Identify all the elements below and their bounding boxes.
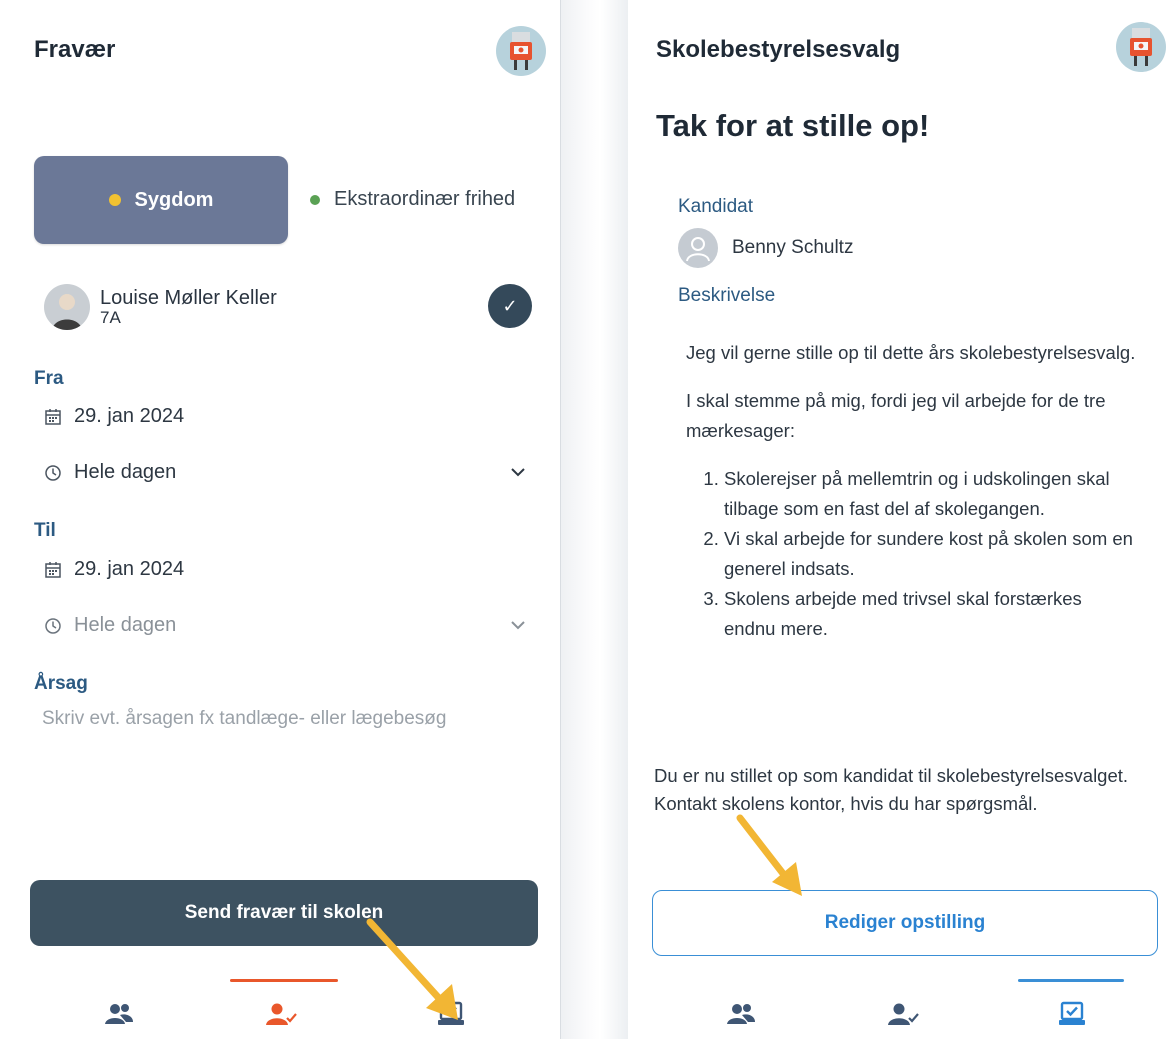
agenda-item: Skolens arbejde med trivsel skal forstær… [724, 584, 1136, 644]
candidacy-notice: Du er nu stillet op som kandidat til sko… [654, 765, 1129, 814]
school-board-election-screen: Skolebestyrelsesvalg Tak for at stille o… [628, 0, 1169, 1039]
robot-avatar-icon [1130, 28, 1152, 66]
student-class: 7A [100, 308, 121, 327]
from-time-value: Hele dagen [74, 461, 177, 483]
user-avatar[interactable] [496, 26, 546, 76]
user-avatar[interactable] [1116, 22, 1166, 72]
candidate-label: Kandidat [678, 196, 754, 217]
description-paragraph: Jeg vil gerne stille op til dette års sk… [686, 342, 1136, 363]
to-label: Til [34, 520, 56, 541]
yellow-dot-icon [108, 194, 121, 206]
person-check-icon[interactable] [886, 998, 922, 1030]
check-icon[interactable]: ✓ [488, 284, 532, 328]
page-title: Skolebestyrelsesvalg [656, 36, 901, 63]
candidate-row: Benny Schultz [678, 228, 853, 268]
from-time-select[interactable]: Hele dagen [42, 461, 176, 484]
robot-avatar-icon [510, 32, 532, 70]
page-title: Fravær [34, 36, 116, 63]
reason-label: Årsag [34, 673, 88, 694]
confirmation-heading: Tak for at stille op! [656, 108, 930, 143]
green-dot-icon [310, 194, 320, 205]
calendar-icon [42, 561, 64, 579]
student-row[interactable]: Louise Møller Keller 7A [44, 284, 277, 330]
reason-selected-label: Sygdom [134, 188, 214, 211]
clock-icon [42, 464, 64, 482]
clock-icon [42, 617, 64, 635]
calendar-icon [42, 408, 64, 426]
to-time-value: Hele dagen [74, 614, 177, 636]
from-date-value: 29. jan 2024 [74, 405, 185, 427]
reason-other-label: Ekstraordinær frihed [334, 188, 516, 210]
student-avatar [44, 284, 90, 330]
divider [560, 0, 561, 1039]
candidate-description: Jeg vil gerne stille op til dette års sk… [686, 338, 1136, 644]
agenda-item: Skolerejser på mellemtrin og i udskoling… [724, 464, 1136, 524]
absence-screen: Fravær Sygdom Ekstraordinær frihed Louis… [0, 0, 560, 1039]
candidate-name: Benny Schultz [732, 237, 854, 258]
send-absence-button[interactable]: Send fravær til skolen [30, 880, 538, 946]
to-time-select[interactable]: Hele dagen [42, 614, 176, 637]
reason-option-sygdom[interactable]: Sygdom [34, 156, 288, 244]
ballot-box-icon[interactable] [1054, 998, 1090, 1030]
screen-gutter [560, 0, 628, 1039]
reason-input[interactable]: Skriv evt. årsagen fx tandlæge- eller læ… [42, 708, 446, 730]
ballot-box-icon[interactable] [433, 998, 469, 1030]
active-tab-indicator [230, 979, 338, 982]
candidate-avatar [678, 228, 718, 268]
chevron-down-icon[interactable] [508, 462, 528, 487]
agenda-list: Skolerejser på mellemtrin og i udskoling… [686, 464, 1136, 644]
to-date-value: 29. jan 2024 [74, 558, 185, 580]
to-date-field[interactable]: 29. jan 2024 [42, 558, 184, 581]
active-tab-indicator [1018, 979, 1124, 982]
description-label: Beskrivelse [678, 285, 776, 306]
edit-candidacy-button[interactable]: Rediger opstilling [652, 890, 1158, 956]
chevron-down-icon[interactable] [508, 615, 528, 640]
from-label: Fra [34, 368, 64, 389]
people-icon[interactable] [723, 998, 759, 1030]
person-check-icon[interactable] [264, 998, 300, 1030]
agenda-item: Vi skal arbejde for sundere kost på skol… [724, 524, 1136, 584]
people-icon[interactable] [101, 998, 137, 1030]
description-paragraph: I skal stemme på mig, fordi jeg vil arbe… [686, 390, 1106, 441]
from-date-field[interactable]: 29. jan 2024 [42, 405, 184, 428]
student-name: Louise Møller Keller [100, 287, 277, 309]
reason-option-frihed[interactable]: Ekstraordinær frihed [310, 188, 515, 211]
